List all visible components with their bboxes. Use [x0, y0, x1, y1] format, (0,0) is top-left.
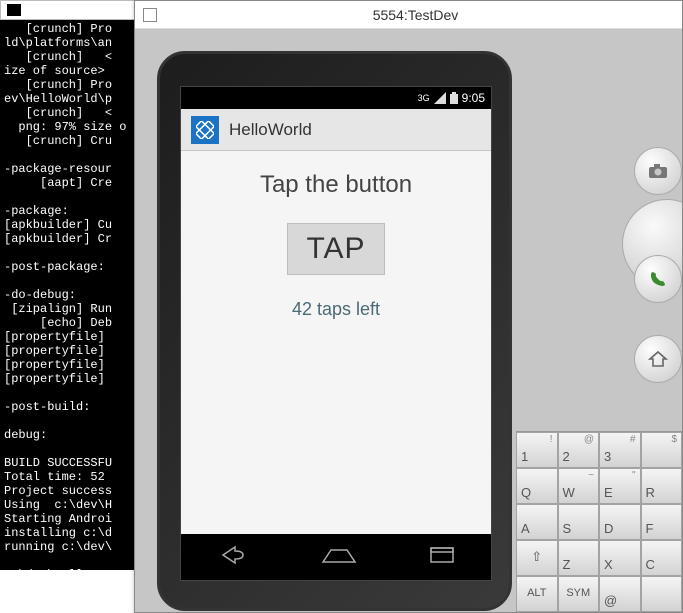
key-f[interactable]: F	[641, 504, 683, 540]
nav-home-icon[interactable]	[321, 546, 357, 569]
keyboard-row-4: ⇧ Z X C	[516, 540, 682, 576]
key-1[interactable]: 1!	[516, 432, 558, 468]
phone-screen: 3G 9:05 Hello	[180, 86, 492, 581]
clock-label: 9:05	[462, 91, 485, 105]
emulator-title: 5554:TestDev	[157, 7, 674, 23]
app-launcher-icon	[191, 116, 219, 144]
emulator-side-controls	[634, 147, 682, 383]
keyboard-row-2: Q W~ E" R	[516, 468, 682, 504]
key-4[interactable]: $	[641, 432, 683, 468]
key-e[interactable]: E"	[599, 468, 641, 504]
app-title: HelloWorld	[229, 120, 312, 140]
network-3g-label: 3G	[418, 94, 430, 103]
key-shift[interactable]: ⇧	[516, 540, 558, 576]
emulator-titlebar[interactable]: 5554:TestDev	[135, 1, 682, 29]
key-z[interactable]: Z	[558, 540, 600, 576]
key-r[interactable]: R	[641, 468, 683, 504]
key-at[interactable]: @	[599, 576, 641, 612]
instruction-heading: Tap the button	[260, 171, 412, 199]
emulator-keyboard: 1! 2@ 3# $ Q W~ E" R A S D F ⇧ Z X C	[516, 431, 682, 612]
tap-button[interactable]: TAP	[287, 223, 384, 275]
tap-counter: 42 taps left	[292, 299, 380, 320]
key-a[interactable]: A	[516, 504, 558, 540]
android-nav-bar	[181, 534, 491, 580]
keyboard-row-3: A S D F	[516, 504, 682, 540]
key-c[interactable]: C	[641, 540, 683, 576]
window-sys-icon	[143, 8, 157, 22]
key-d[interactable]: D	[599, 504, 641, 540]
key-2[interactable]: 2@	[558, 432, 600, 468]
keyboard-row-1: 1! 2@ 3# $	[516, 432, 682, 468]
key-x[interactable]: X	[599, 540, 641, 576]
emulator-body: 3G 9:05 Hello	[135, 29, 682, 612]
nav-back-icon[interactable]	[217, 545, 249, 570]
android-status-bar: 3G 9:05	[181, 87, 491, 109]
emulator-camera-button[interactable]	[634, 147, 682, 195]
key-alt[interactable]: ALT	[516, 576, 558, 612]
phone-device-frame: 3G 9:05 Hello	[157, 51, 512, 611]
key-3[interactable]: 3#	[599, 432, 641, 468]
key-sym[interactable]: SYM	[558, 576, 600, 612]
battery-icon	[450, 92, 458, 104]
app-action-bar: HelloWorld	[181, 109, 491, 151]
emulator-window: 5554:TestDev 3G 9:05	[134, 0, 683, 613]
key-s[interactable]: S	[558, 504, 600, 540]
emulator-call-button[interactable]	[634, 255, 682, 303]
keyboard-row-5: ALT SYM @	[516, 576, 682, 612]
cmd-icon	[7, 4, 21, 16]
signal-icon	[434, 92, 446, 104]
nav-recent-icon[interactable]	[429, 546, 455, 569]
app-content: Tap the button TAP 42 taps left	[181, 151, 491, 534]
key-blank[interactable]	[641, 576, 683, 612]
emulator-home-button[interactable]	[634, 335, 682, 383]
key-w[interactable]: W~	[558, 468, 600, 504]
key-q[interactable]: Q	[516, 468, 558, 504]
